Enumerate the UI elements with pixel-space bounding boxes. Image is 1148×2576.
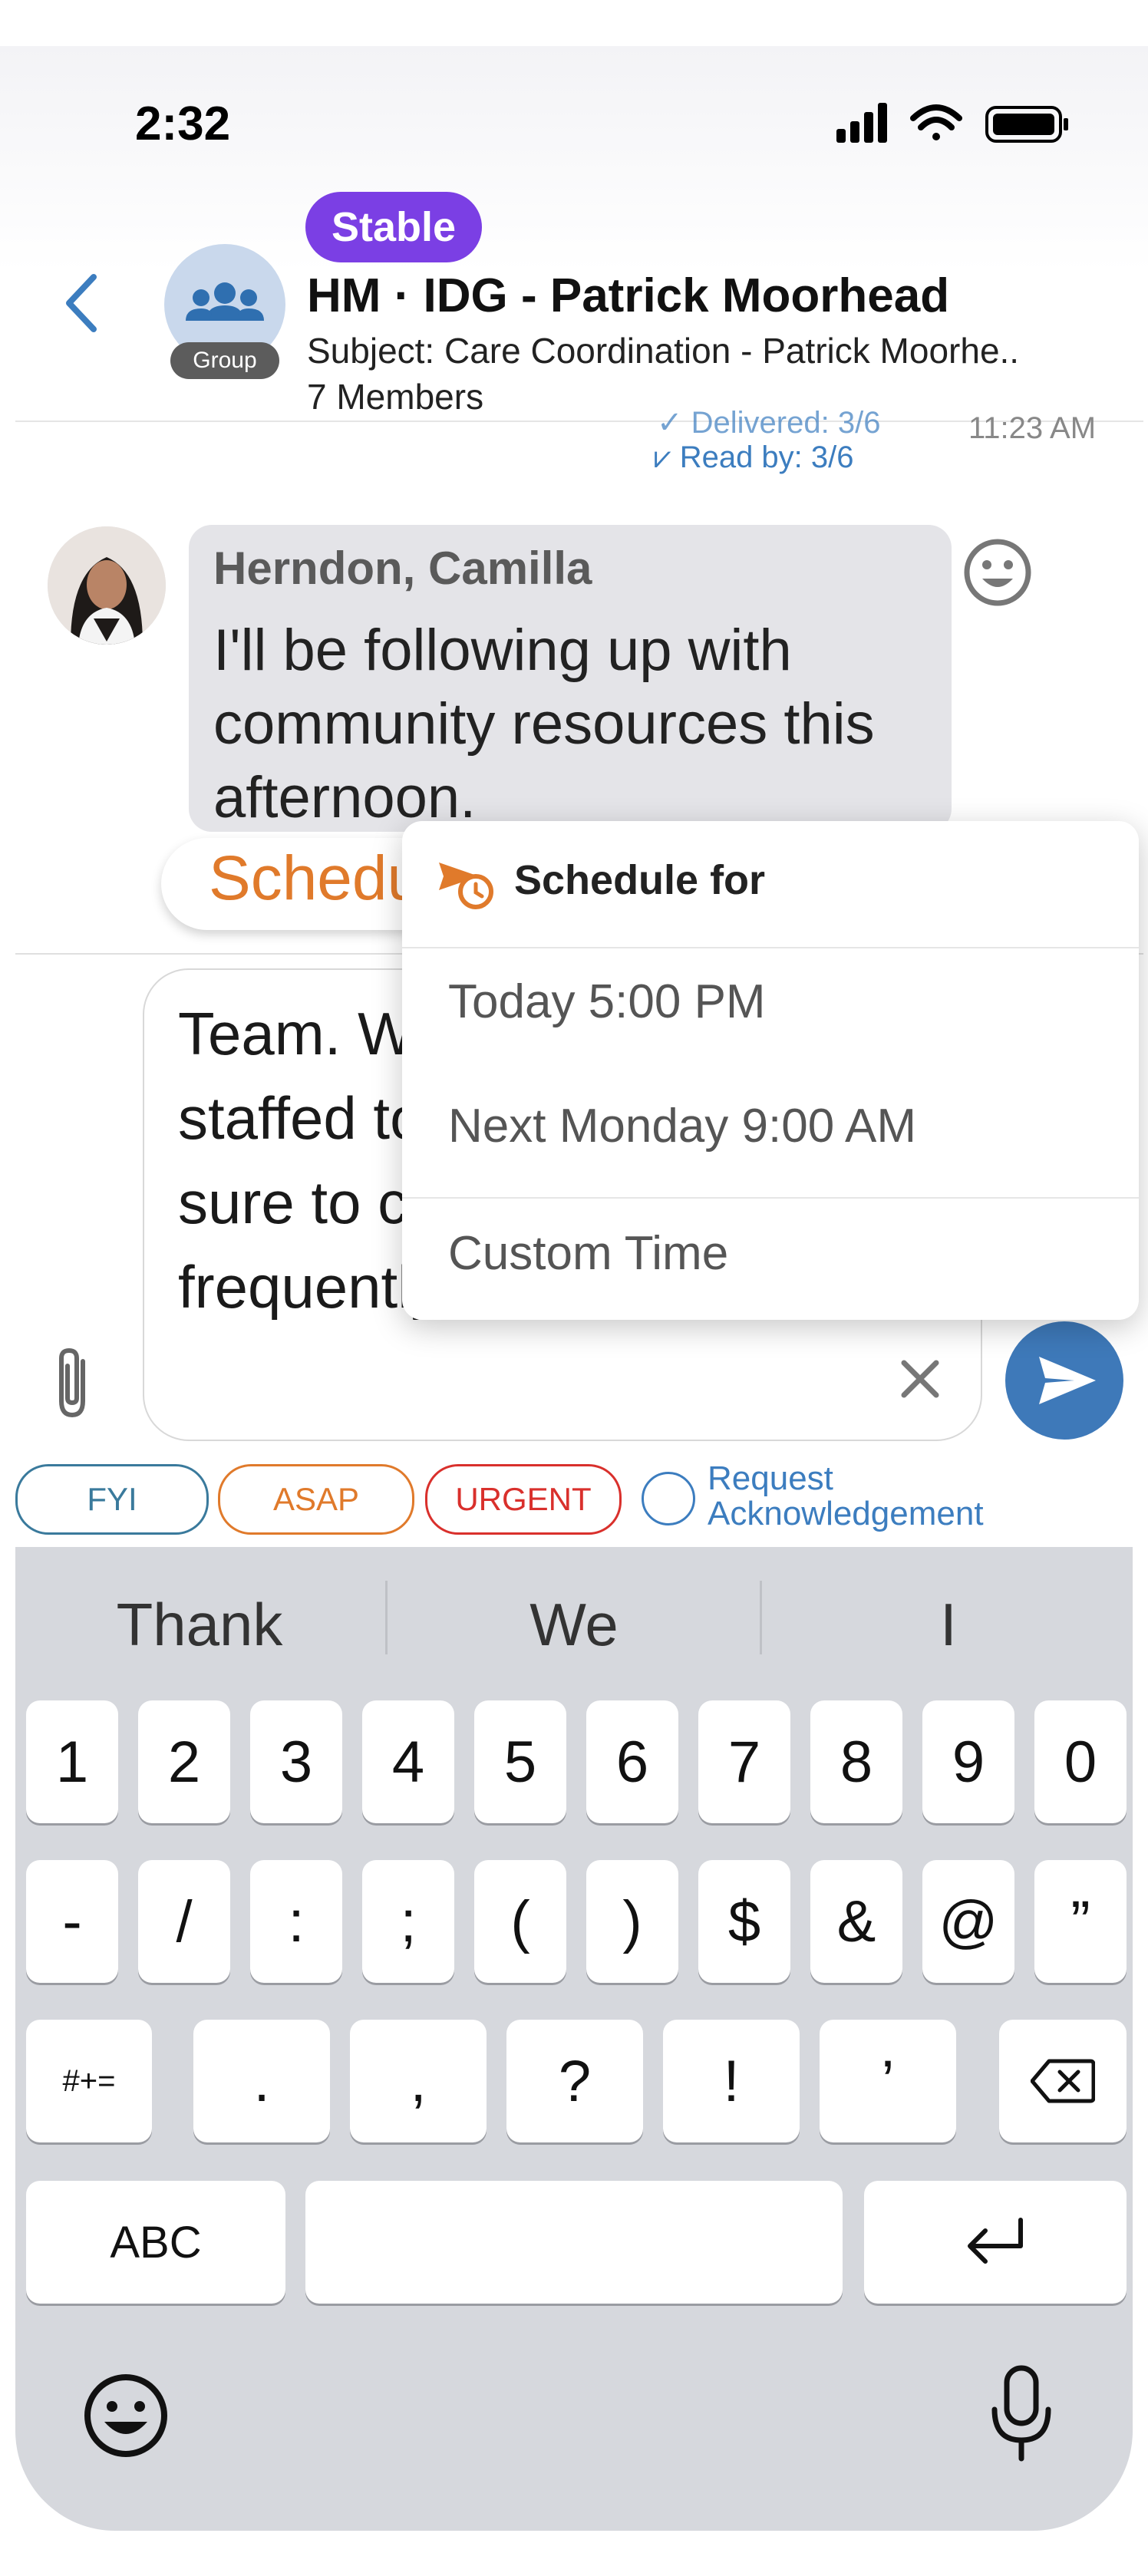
read-text: Read by: 3/6	[679, 440, 854, 474]
suggestion-2[interactable]: We	[421, 1590, 727, 1660]
send-button[interactable]	[1005, 1321, 1123, 1440]
paperclip-icon[interactable]	[46, 1344, 100, 1421]
urgent-button[interactable]: URGENT	[425, 1464, 622, 1535]
key-apostrophe[interactable]: ’	[820, 2020, 956, 2142]
conversation-subject: Subject: Care Coordination - Patrick Moo…	[307, 331, 1020, 371]
battery-icon	[985, 106, 1068, 143]
emoji-reaction-icon[interactable]	[962, 537, 1033, 608]
key-quote[interactable]: ”	[1034, 1860, 1127, 1983]
fyi-button[interactable]: FYI	[15, 1464, 209, 1535]
delivered-receipt: ✓ Delivered: 3/6	[657, 405, 880, 440]
key-exclamation[interactable]: !	[663, 2020, 800, 2142]
key-close-paren[interactable]: )	[586, 1860, 678, 1983]
key-at[interactable]: @	[922, 1860, 1014, 1983]
double-check-icon: ⩗	[654, 440, 680, 474]
check-icon: ✓	[657, 406, 691, 440]
menu-item-next-monday[interactable]: Next Monday 9:00 AM	[448, 1099, 916, 1153]
message-time: 11:23 AM	[968, 411, 1097, 445]
avatar[interactable]	[48, 526, 166, 645]
emoji-keyboard-icon[interactable]	[81, 2371, 170, 2460]
schedule-menu-title: Schedule for	[514, 857, 766, 903]
group-label: Group	[170, 342, 279, 379]
return-key[interactable]	[864, 2181, 1127, 2304]
ack-line-1: Request	[708, 1460, 833, 1497]
key-2[interactable]: 2	[138, 1700, 230, 1823]
key-7[interactable]: 7	[698, 1700, 790, 1823]
key-slash[interactable]: /	[138, 1860, 230, 1983]
key-semicolon[interactable]: ;	[362, 1860, 454, 1983]
schedule-menu: Schedule for Today 5:00 PM Next Monday 9…	[402, 821, 1139, 1320]
key-dollar[interactable]: $	[698, 1860, 790, 1983]
key-3[interactable]: 3	[250, 1700, 342, 1823]
asap-button[interactable]: ASAP	[218, 1464, 414, 1535]
key-4[interactable]: 4	[362, 1700, 454, 1823]
key-0[interactable]: 0	[1034, 1700, 1127, 1823]
key-5[interactable]: 5	[474, 1700, 566, 1823]
message-text: I'll be following up with community reso…	[213, 618, 875, 830]
key-6[interactable]: 6	[586, 1700, 678, 1823]
acknowledgement-label[interactable]: Request Acknowledgement	[708, 1461, 984, 1532]
menu-item-today[interactable]: Today 5:00 PM	[448, 975, 766, 1029]
suggestion-divider	[385, 1581, 388, 1654]
read-receipt: ⩗ Read by: 3/6	[654, 440, 854, 475]
phone-screen: 2:32 Group Stable HM · IDG - Patrick Moo…	[0, 0, 1148, 2576]
key-period[interactable]: .	[193, 2020, 330, 2142]
backspace-icon	[1031, 2059, 1095, 2103]
key-question[interactable]: ?	[506, 2020, 643, 2142]
conversation-title[interactable]: HM · IDG - Patrick Moorhead	[307, 269, 949, 323]
key-1[interactable]: 1	[26, 1700, 118, 1823]
return-icon	[968, 2218, 1023, 2264]
member-count[interactable]: 7 Members	[307, 376, 483, 417]
signal-icon	[836, 103, 887, 143]
clear-icon[interactable]	[895, 1354, 945, 1404]
delivered-text: Delivered: 3/6	[691, 406, 881, 440]
wifi-icon	[910, 104, 962, 140]
ack-line-2: Acknowledgement	[708, 1495, 984, 1532]
suggestion-3[interactable]: I	[795, 1590, 1102, 1660]
menu-divider	[402, 1197, 1139, 1199]
delete-key[interactable]	[999, 2020, 1127, 2142]
menu-divider	[402, 947, 1139, 948]
status-icons	[836, 100, 1082, 146]
key-hyphen[interactable]: -	[26, 1860, 118, 1983]
key-8[interactable]: 8	[810, 1700, 902, 1823]
key-colon[interactable]: :	[250, 1860, 342, 1983]
key-9[interactable]: 9	[922, 1700, 1014, 1823]
key-more-symbols[interactable]: #+=	[26, 2020, 152, 2142]
space-key[interactable]	[305, 2181, 843, 2304]
key-comma[interactable]: ,	[350, 2020, 487, 2142]
sender-name: Herndon, Camilla	[213, 543, 592, 594]
menu-item-custom-time[interactable]: Custom Time	[448, 1226, 728, 1281]
key-ampersand[interactable]: &	[810, 1860, 902, 1983]
key-open-paren[interactable]: (	[474, 1860, 566, 1983]
microphone-icon[interactable]	[987, 2363, 1056, 2463]
status-badge: Stable	[305, 192, 483, 262]
suggestion-1[interactable]: Thank	[46, 1590, 353, 1660]
scheduled-send-icon	[436, 853, 497, 910]
suggestion-divider	[760, 1581, 762, 1654]
acknowledgement-radio[interactable]	[642, 1472, 695, 1525]
send-icon	[1039, 1357, 1096, 1404]
abc-key[interactable]: ABC	[26, 2181, 285, 2304]
status-time: 2:32	[135, 97, 231, 150]
person-photo	[48, 526, 166, 645]
back-icon[interactable]	[60, 272, 106, 334]
